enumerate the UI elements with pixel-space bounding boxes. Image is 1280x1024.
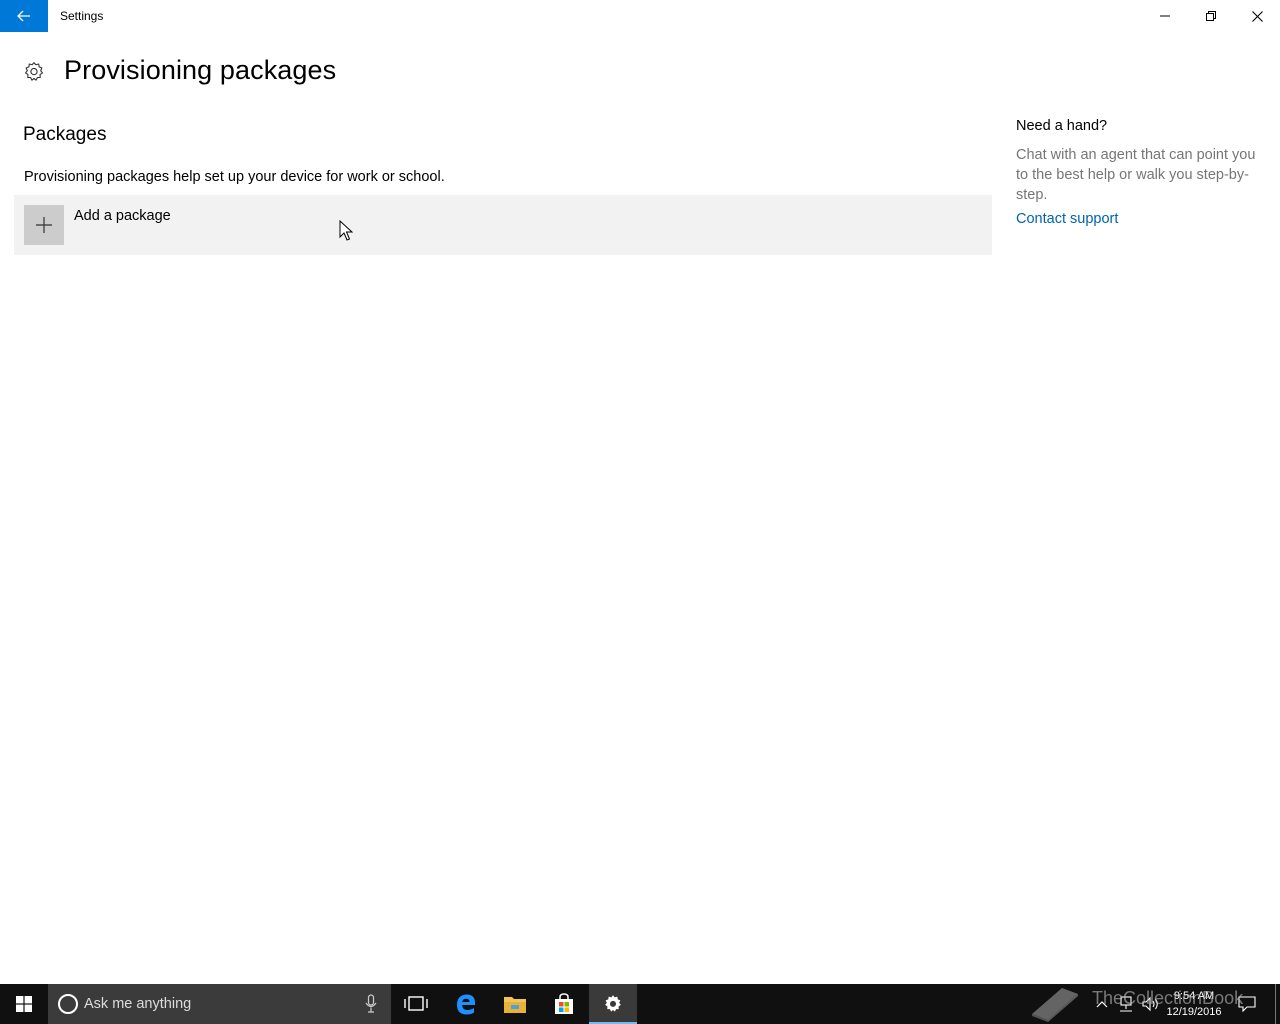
microphone-icon[interactable] <box>364 994 378 1014</box>
book-watermark-icon <box>1032 988 1078 1022</box>
file-explorer-button[interactable] <box>491 984 539 1024</box>
minimize-icon <box>1160 15 1170 17</box>
start-button[interactable] <box>0 984 48 1024</box>
add-package-tile <box>24 205 64 245</box>
settings-gear-icon <box>25 62 43 81</box>
cortana-icon <box>58 994 78 1014</box>
task-view-icon <box>404 996 428 1011</box>
plus-icon <box>36 217 52 233</box>
restore-button[interactable] <box>1188 0 1234 32</box>
mouse-cursor-icon <box>339 220 353 241</box>
page-title: Provisioning packages <box>64 55 337 85</box>
add-package-button[interactable]: Add a package <box>14 195 992 255</box>
store-icon <box>555 993 573 1014</box>
minimize-button[interactable] <box>1142 0 1188 32</box>
title-bar: Settings <box>0 0 1280 32</box>
search-box[interactable]: Ask me anything <box>48 984 391 1024</box>
watermark-text: TheCollectionBook <box>1092 988 1244 1008</box>
help-title: Need a hand? <box>1016 118 1108 134</box>
help-text: Chat with an agent that can point you to… <box>1016 147 1256 203</box>
contact-support-link[interactable]: Contact support <box>1016 211 1118 227</box>
packages-section-title: Packages <box>23 124 107 145</box>
settings-gear-icon <box>605 995 621 1012</box>
show-desktop-button[interactable] <box>1275 984 1276 1024</box>
back-arrow-icon <box>17 10 30 22</box>
task-view-button[interactable] <box>392 984 440 1024</box>
folder-icon <box>504 997 526 1013</box>
restore-icon <box>1206 11 1216 21</box>
edge-icon <box>457 994 475 1015</box>
settings-taskbar-button[interactable] <box>589 984 637 1024</box>
edge-button[interactable] <box>442 984 490 1024</box>
back-button[interactable] <box>0 0 48 32</box>
add-package-label: Add a package <box>74 208 171 224</box>
windows-logo-icon <box>16 996 32 1012</box>
taskbar: Ask me anything 9:54 AM 12/19/2016 <box>0 984 1280 1024</box>
close-button[interactable] <box>1234 0 1280 32</box>
store-button[interactable] <box>540 984 588 1024</box>
window-title: Settings <box>60 9 104 23</box>
packages-description: Provisioning packages help set up your d… <box>24 169 445 185</box>
close-icon <box>1251 10 1263 22</box>
search-placeholder: Ask me anything <box>84 996 192 1012</box>
